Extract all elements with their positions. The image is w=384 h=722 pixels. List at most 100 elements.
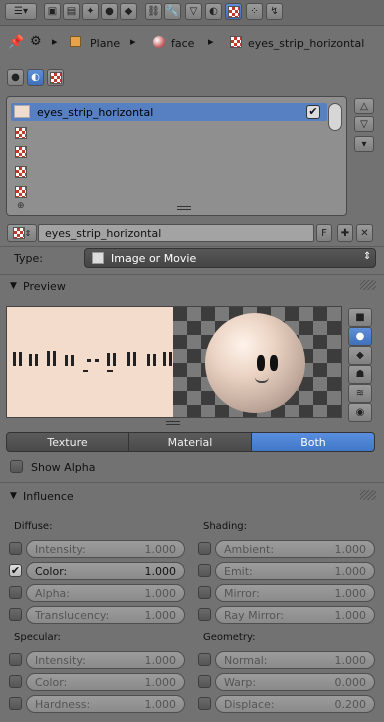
preview-flat-button[interactable]: ■ (348, 308, 372, 327)
shading-mirror-slider[interactable]: Mirror: 1.000 (215, 584, 375, 602)
preview-collapse-icon[interactable]: ▼ (10, 281, 17, 291)
preview-world-sphere-button[interactable]: ◉ (348, 403, 372, 422)
chevron-right-icon: ▸ (130, 35, 136, 48)
diffuse-alpha-checkbox[interactable] (9, 586, 22, 599)
influence-collapse-icon[interactable]: ▼ (10, 491, 17, 501)
preview-panel-title[interactable]: Preview (23, 280, 66, 293)
texture-browse-button[interactable]: ⇕ (7, 224, 37, 242)
list-item[interactable] (15, 166, 27, 178)
shading-ambient-slider[interactable]: Ambient: 1.000 (215, 540, 375, 558)
move-slot-up-button[interactable]: △ (354, 98, 374, 114)
preview-hair-button[interactable]: ≋ (348, 384, 372, 403)
unlink-texture-button[interactable]: ✕ (356, 224, 373, 242)
close-icon: ✕ (360, 227, 369, 239)
geometry-displace-slider[interactable]: Displace: 0.200 (215, 695, 375, 713)
shading-emit-checkbox[interactable] (198, 564, 211, 577)
slot-enabled-checkbox[interactable]: ✔ (306, 105, 320, 119)
world-icon: ● (11, 72, 20, 83)
other-texture-context-button[interactable] (47, 69, 64, 86)
eye-left (257, 355, 265, 371)
constraints-tab[interactable]: ⛓ (145, 3, 162, 20)
divider (0, 274, 384, 275)
preview-sphere-button[interactable]: ● (348, 327, 372, 346)
specular-hardness-checkbox[interactable] (9, 697, 22, 710)
influence-panel-title[interactable]: Influence (23, 490, 74, 503)
world-tab[interactable]: ● (101, 3, 118, 20)
object-tab[interactable]: ◆ (120, 3, 137, 20)
diffuse-intensity-slider[interactable]: Intensity: 1.000 (26, 540, 185, 558)
world-icon: ● (105, 6, 114, 17)
texture-name-field[interactable]: eyes_strip_horizontal (38, 224, 314, 242)
type-dropdown[interactable]: Image or Movie ⇕ (84, 248, 376, 268)
field-label: Translucency: (35, 608, 110, 622)
material-tab[interactable]: ◐ (205, 3, 222, 20)
field-value: 1.000 (334, 608, 367, 622)
list-item[interactable] (15, 146, 27, 158)
pin-icon[interactable]: 📌 (8, 35, 24, 50)
specular-intensity-checkbox[interactable] (9, 653, 22, 666)
field-value: 0.200 (334, 697, 367, 711)
field-label: Intensity: (35, 542, 86, 556)
scene-tab[interactable]: ✦ (82, 3, 99, 20)
shading-emit-slider[interactable]: Emit: 1.000 (215, 562, 375, 580)
diffuse-color-slider[interactable]: Color: 1.000 (26, 562, 185, 580)
texture-tab[interactable] (225, 3, 242, 20)
field-value: 1.000 (144, 675, 177, 689)
list-item[interactable]: eyes_strip_horizontal ✔ (11, 103, 327, 121)
geometry-displace-checkbox[interactable] (198, 697, 211, 710)
tab-material[interactable]: Material (128, 432, 252, 452)
diffuse-alpha-slider[interactable]: Alpha: 1.000 (26, 584, 185, 602)
geometry-warp-checkbox[interactable] (198, 675, 211, 688)
diffuse-translucency-checkbox[interactable] (9, 608, 22, 621)
render-layers-tab[interactable]: ▤ (63, 3, 80, 20)
particles-tab[interactable]: ⁘ (246, 3, 263, 20)
diffuse-intensity-checkbox[interactable] (9, 542, 22, 555)
geometry-normal-slider[interactable]: Normal: 1.000 (215, 651, 375, 669)
show-alpha-checkbox[interactable] (10, 460, 23, 473)
list-resize-handle[interactable] (177, 206, 191, 210)
shading-ray-mirror-checkbox[interactable] (198, 608, 211, 621)
preview-cube-button[interactable]: ◆ (348, 346, 372, 365)
modifiers-tab[interactable]: 🔧 (164, 3, 181, 20)
panel-drag-handle-icon[interactable] (360, 280, 376, 290)
field-label: Intensity: (35, 653, 86, 667)
list-item[interactable] (15, 186, 27, 198)
geometry-warp-slider[interactable]: Warp: 0.000 (215, 673, 375, 691)
tab-texture[interactable]: Texture (6, 432, 129, 452)
diffuse-translucency-slider[interactable]: Translucency: 1.000 (26, 606, 185, 624)
breadcrumb: 📌 ⚙ ▸ Plane ▸ face ▸ eyes_strip_horizont… (0, 30, 384, 58)
move-slot-down-button[interactable]: ▽ (354, 116, 374, 132)
diffuse-color-checkbox[interactable]: ✔ (9, 564, 22, 577)
fake-user-button[interactable]: F (316, 224, 332, 242)
fake-user-label: F (321, 227, 327, 239)
new-texture-button[interactable]: ✚ (337, 224, 353, 242)
chevron-down-icon: ▾ (361, 138, 367, 150)
specular-label: Specular: (14, 632, 61, 643)
preview-resize-handle[interactable] (166, 421, 180, 425)
render-tab[interactable]: ▣ (44, 3, 61, 20)
world-texture-context-button[interactable]: ● (7, 69, 24, 86)
specials-menu-button[interactable]: ▾ (354, 136, 374, 152)
editor-type-button[interactable]: ☰▾ (5, 3, 37, 20)
specular-color-slider[interactable]: Color: 1.000 (26, 673, 185, 691)
tab-both[interactable]: Both (251, 432, 375, 452)
add-slot-icon[interactable]: ⊕ (17, 201, 25, 211)
image-thumbnail (14, 105, 30, 118)
shading-ray-mirror-slider[interactable]: Ray Mirror: 1.000 (215, 606, 375, 624)
physics-tab[interactable]: ↯ (266, 3, 283, 20)
specular-intensity-slider[interactable]: Intensity: 1.000 (26, 651, 185, 669)
preview-monkey-button[interactable]: ☗ (348, 365, 372, 384)
shading-ambient-checkbox[interactable] (198, 542, 211, 555)
data-tab[interactable]: ▽ (185, 3, 202, 20)
render-icon: ▣ (47, 6, 58, 17)
specular-hardness-slider[interactable]: Hardness: 1.000 (26, 695, 185, 713)
field-label: Displace: (224, 697, 275, 711)
material-texture-context-button[interactable]: ◐ (27, 69, 44, 86)
specular-color-checkbox[interactable] (9, 675, 22, 688)
list-scrollbar[interactable] (328, 103, 342, 131)
shading-mirror-checkbox[interactable] (198, 586, 211, 599)
list-item[interactable] (15, 127, 27, 139)
panel-drag-handle-icon[interactable] (360, 490, 376, 500)
geometry-normal-checkbox[interactable] (198, 653, 211, 666)
field-label: Ray Mirror: (224, 608, 285, 622)
